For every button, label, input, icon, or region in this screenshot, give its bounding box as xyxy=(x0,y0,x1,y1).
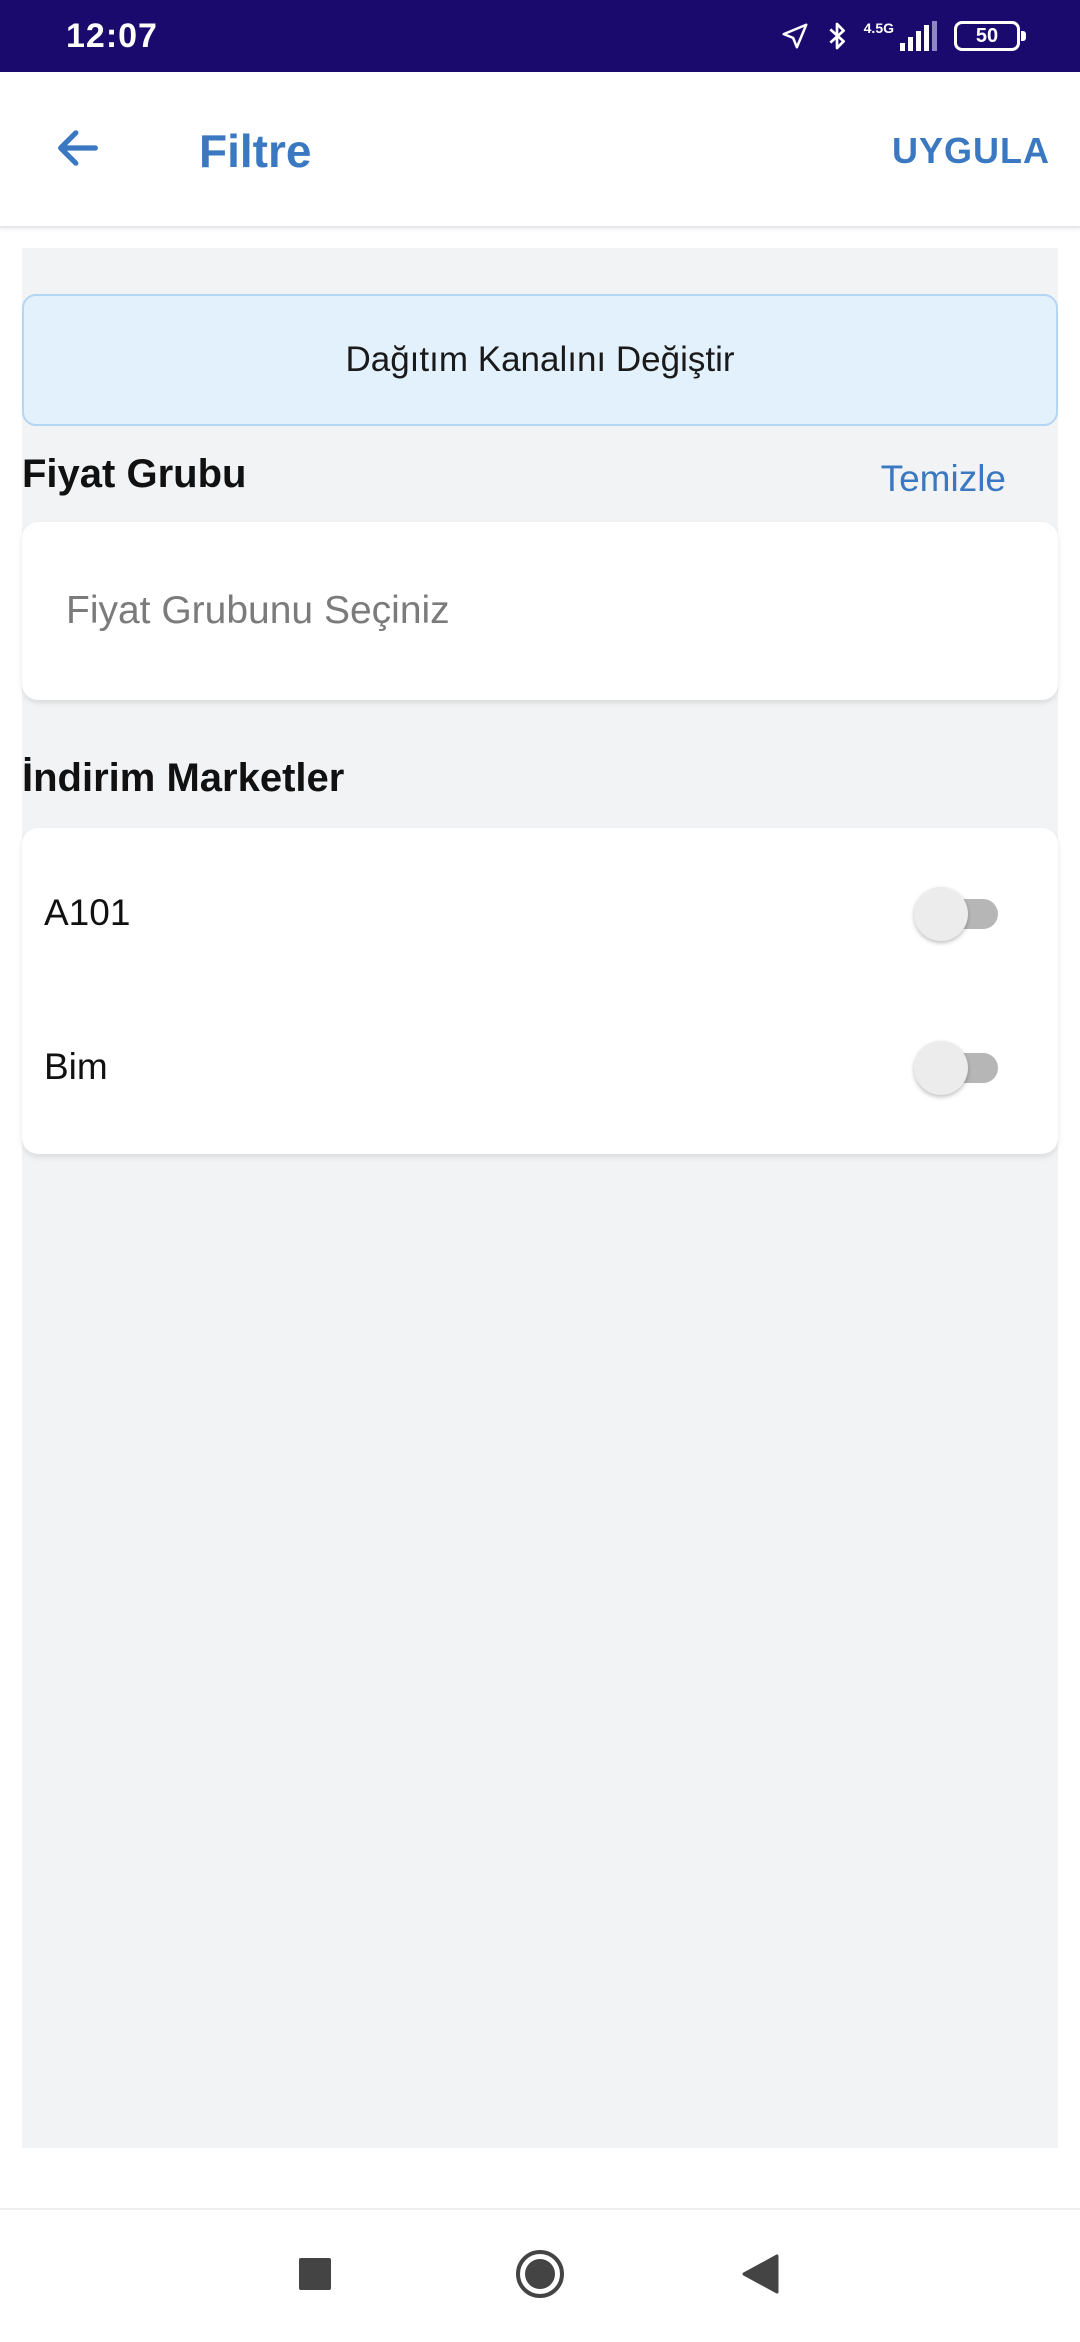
recent-apps-icon xyxy=(298,2257,332,2296)
toggle-thumb xyxy=(914,887,968,941)
clear-button[interactable]: Temizle xyxy=(881,458,1006,500)
battery-icon: 50 xyxy=(954,21,1026,51)
discount-markets-title: İndirim Marketler xyxy=(22,756,345,800)
toggle-a101[interactable] xyxy=(914,885,1006,941)
price-group-title: Fiyat Grubu xyxy=(22,452,247,496)
recent-apps-button[interactable] xyxy=(255,2210,375,2342)
signal-icon: 4.5G xyxy=(864,21,938,51)
market-label-a101: A101 xyxy=(44,892,131,933)
discount-markets-card: A101 Bim xyxy=(22,828,1058,1154)
price-group-card: Fiyat Grubunu Seçiniz xyxy=(22,522,1058,700)
back-triangle-icon xyxy=(741,2254,779,2299)
price-group-select[interactable]: Fiyat Grubunu Seçiniz xyxy=(66,522,966,700)
home-button[interactable] xyxy=(480,2210,600,2342)
filter-content: Dağıtım Kanalını Değiştir Fiyat Grubu Te… xyxy=(22,248,1058,2148)
list-item: A101 xyxy=(22,836,1058,990)
toggle-bim[interactable] xyxy=(914,1039,1006,1095)
arrow-left-icon xyxy=(52,122,104,179)
status-bar: 12:07 4.5G 50 xyxy=(0,0,1080,72)
battery-level: 50 xyxy=(975,24,999,47)
page-title: Filtre xyxy=(199,125,312,177)
system-back-button[interactable] xyxy=(700,2210,820,2342)
status-icons: 4.5G 50 xyxy=(780,20,1026,52)
toggle-thumb xyxy=(914,1041,968,1095)
network-label: 4.5G xyxy=(863,20,894,36)
change-channel-button[interactable]: Dağıtım Kanalını Değiştir xyxy=(22,294,1058,426)
list-item: Bim xyxy=(22,990,1058,1144)
market-label-bim: Bim xyxy=(44,1046,108,1087)
home-icon xyxy=(514,2248,566,2305)
system-nav-bar xyxy=(0,2208,1080,2340)
bluetooth-icon xyxy=(826,20,848,52)
apply-button[interactable]: UYGULA xyxy=(892,130,1050,172)
app-bar: Filtre UYGULA xyxy=(0,72,1080,228)
back-button[interactable] xyxy=(40,112,116,188)
location-arrow-icon xyxy=(780,21,810,51)
status-time: 12:07 xyxy=(66,16,158,55)
